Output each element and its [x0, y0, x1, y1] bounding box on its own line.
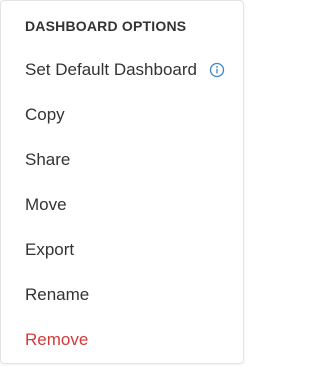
info-icon[interactable] — [209, 62, 225, 78]
remove-item[interactable]: Remove — [1, 317, 245, 362]
rename-item[interactable]: Rename — [1, 272, 245, 317]
set-default-dashboard-item[interactable]: Set Default Dashboard — [1, 47, 245, 92]
remove-label: Remove — [25, 329, 89, 349]
copy-item[interactable]: Copy — [1, 92, 245, 137]
copy-label: Copy — [25, 104, 65, 124]
share-item[interactable]: Share — [1, 137, 245, 182]
move-item[interactable]: Move — [1, 182, 245, 227]
set-default-dashboard-label: Set Default Dashboard — [25, 59, 197, 79]
rename-label: Rename — [25, 284, 90, 304]
menu-header: DASHBOARD OPTIONS — [25, 18, 187, 34]
dashboard-options-menu: DASHBOARD OPTIONS Set Default Dashboard … — [0, 0, 244, 364]
move-label: Move — [25, 194, 67, 214]
export-item[interactable]: Export — [1, 227, 245, 272]
share-label: Share — [25, 149, 71, 169]
export-label: Export — [25, 239, 75, 259]
